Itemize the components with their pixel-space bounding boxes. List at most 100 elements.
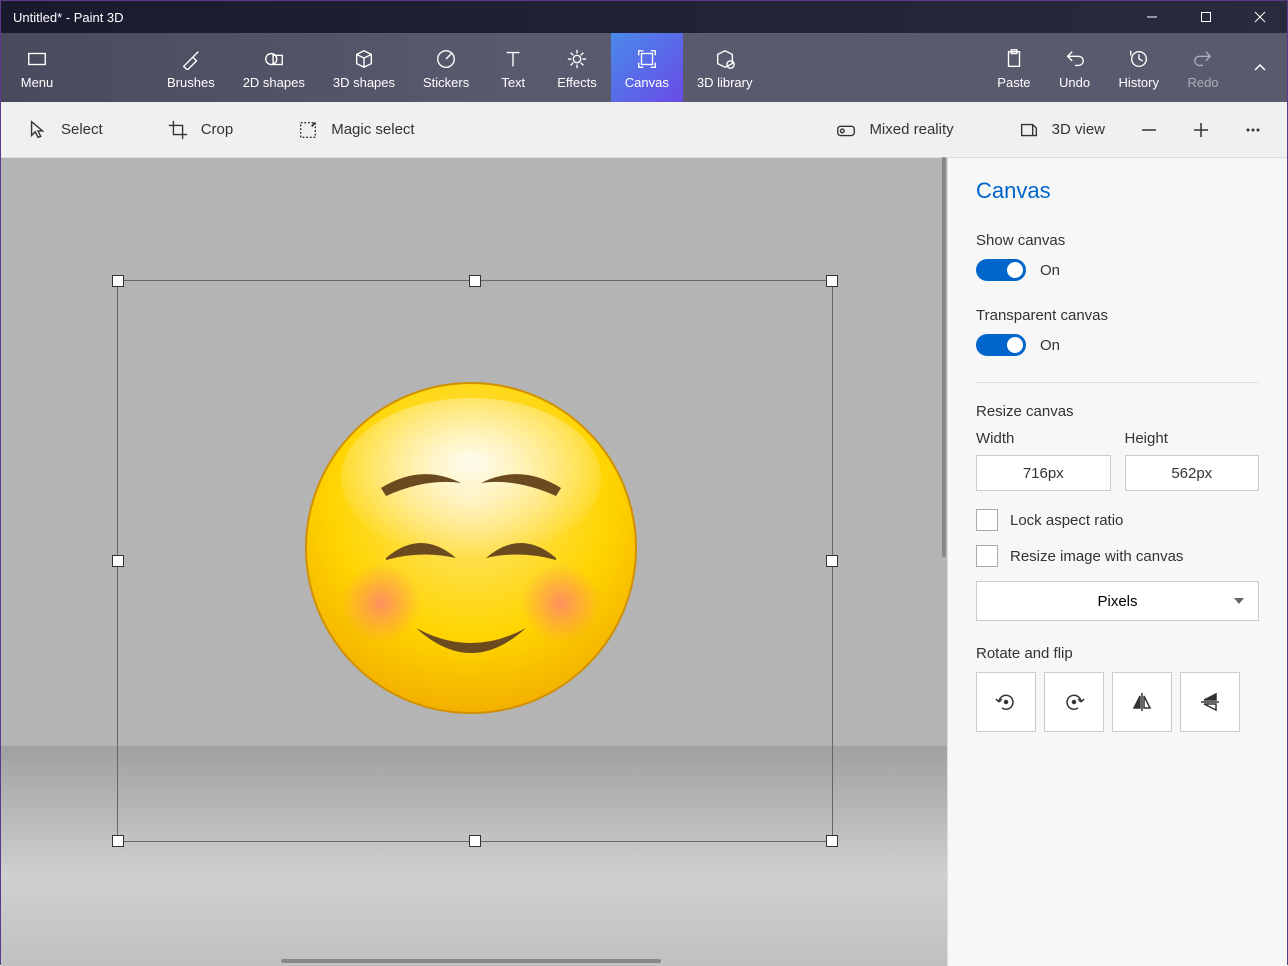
stickers-label: Stickers — [423, 75, 469, 90]
undo-button[interactable]: Undo — [1045, 33, 1105, 102]
resize-handle-bottom-right[interactable] — [826, 835, 838, 847]
resize-handle-bottom-left[interactable] — [112, 835, 124, 847]
unit-value: Pixels — [1097, 593, 1137, 610]
menu-button[interactable]: Menu — [1, 33, 73, 102]
maximize-button[interactable] — [1179, 1, 1233, 33]
redo-button[interactable]: Redo — [1173, 33, 1233, 102]
text-tab[interactable]: Text — [483, 33, 543, 102]
chevron-up-icon — [1252, 60, 1268, 76]
transparent-canvas-state: On — [1040, 337, 1060, 354]
2d-shapes-icon — [263, 45, 285, 73]
crop-icon — [167, 119, 189, 141]
zoom-out-button[interactable] — [1127, 108, 1171, 152]
transparent-canvas-toggle[interactable] — [976, 334, 1026, 356]
stickers-tab[interactable]: Stickers — [409, 33, 483, 102]
2d-shapes-tab[interactable]: 2D shapes — [229, 33, 319, 102]
emoji-sticker[interactable] — [301, 378, 641, 718]
plus-icon — [1192, 121, 1210, 139]
stickers-icon — [435, 45, 457, 73]
lock-aspect-checkbox[interactable] — [976, 509, 998, 531]
3d-view-icon — [1018, 119, 1040, 141]
mixed-reality-tool[interactable]: Mixed reality — [821, 113, 967, 147]
window-title: Untitled* - Paint 3D — [13, 10, 1125, 25]
resize-handle-top-left[interactable] — [112, 275, 124, 287]
horizontal-scrollbar[interactable] — [281, 959, 661, 963]
resize-handle-top-middle[interactable] — [469, 275, 481, 287]
canvas-workspace[interactable] — [1, 158, 947, 966]
magic-select-icon — [297, 119, 319, 141]
crop-label: Crop — [201, 121, 234, 138]
2d-shapes-label: 2D shapes — [243, 75, 305, 90]
brushes-label: Brushes — [167, 75, 215, 90]
3d-shapes-label: 3D shapes — [333, 75, 395, 90]
history-button[interactable]: History — [1105, 33, 1173, 102]
rotate-ccw-button[interactable] — [976, 672, 1036, 732]
3d-shapes-icon — [353, 45, 375, 73]
history-icon — [1128, 45, 1150, 73]
3d-shapes-tab[interactable]: 3D shapes — [319, 33, 409, 102]
3d-library-label: 3D library — [697, 75, 753, 90]
crop-tool[interactable]: Crop — [153, 113, 248, 147]
paste-icon — [1003, 45, 1025, 73]
flip-vertical-icon — [1198, 690, 1222, 714]
lock-aspect-label: Lock aspect ratio — [1010, 512, 1123, 529]
zoom-in-button[interactable] — [1179, 108, 1223, 152]
minus-icon — [1140, 121, 1158, 139]
more-options-button[interactable] — [1231, 108, 1275, 152]
unit-dropdown[interactable]: Pixels — [976, 581, 1259, 621]
rotate-cw-button[interactable] — [1044, 672, 1104, 732]
flip-vertical-button[interactable] — [1180, 672, 1240, 732]
resize-handle-middle-left[interactable] — [112, 555, 124, 567]
3d-library-tab[interactable]: 3D library — [683, 33, 767, 102]
3d-library-icon — [714, 45, 736, 73]
effects-tab[interactable]: Effects — [543, 33, 611, 102]
canvas-label: Canvas — [625, 75, 669, 90]
resize-image-checkbox[interactable] — [976, 545, 998, 567]
mixed-reality-icon — [835, 119, 857, 141]
resize-handle-middle-right[interactable] — [826, 555, 838, 567]
undo-icon — [1064, 45, 1086, 73]
transparent-canvas-label: Transparent canvas — [976, 307, 1259, 324]
ellipsis-icon — [1244, 121, 1262, 139]
minimize-button[interactable] — [1125, 1, 1179, 33]
menu-label: Menu — [21, 75, 54, 90]
effects-icon — [566, 45, 588, 73]
vertical-scrollbar[interactable] — [942, 157, 946, 557]
menu-icon — [26, 45, 48, 73]
magic-select-tool[interactable]: Magic select — [283, 113, 428, 147]
3d-view-label: 3D view — [1052, 121, 1105, 138]
titlebar: Untitled* - Paint 3D — [1, 1, 1287, 33]
undo-label: Undo — [1059, 75, 1090, 90]
window-controls — [1125, 1, 1287, 33]
canvas-icon — [636, 45, 658, 73]
main-area: Canvas Show canvas On Transparent canvas… — [1, 158, 1287, 966]
select-tool[interactable]: Select — [13, 113, 117, 147]
brushes-tab[interactable]: Brushes — [153, 33, 229, 102]
panel-title: Canvas — [976, 178, 1259, 204]
width-input[interactable] — [976, 455, 1111, 491]
show-canvas-toggle[interactable] — [976, 259, 1026, 281]
flip-horizontal-icon — [1130, 690, 1154, 714]
flip-horizontal-button[interactable] — [1112, 672, 1172, 732]
resize-image-label: Resize image with canvas — [1010, 548, 1183, 565]
cursor-icon — [27, 119, 49, 141]
toolbar: Select Crop Magic select Mixed reality 3… — [1, 102, 1287, 158]
paste-button[interactable]: Paste — [983, 33, 1044, 102]
resize-handle-bottom-middle[interactable] — [469, 835, 481, 847]
collapse-ribbon-button[interactable] — [1233, 33, 1287, 102]
resize-handle-top-right[interactable] — [826, 275, 838, 287]
brush-icon — [180, 45, 202, 73]
redo-label: Redo — [1187, 75, 1218, 90]
show-canvas-state: On — [1040, 262, 1060, 279]
effects-label: Effects — [557, 75, 597, 90]
mixed-reality-label: Mixed reality — [869, 121, 953, 138]
select-label: Select — [61, 121, 103, 138]
panel-divider — [976, 382, 1259, 383]
rotate-ccw-icon — [994, 690, 1018, 714]
text-icon — [502, 45, 524, 73]
resize-canvas-label: Resize canvas — [976, 403, 1259, 420]
canvas-tab[interactable]: Canvas — [611, 33, 683, 102]
close-button[interactable] — [1233, 1, 1287, 33]
height-input[interactable] — [1125, 455, 1260, 491]
3d-view-tool[interactable]: 3D view — [1004, 113, 1119, 147]
